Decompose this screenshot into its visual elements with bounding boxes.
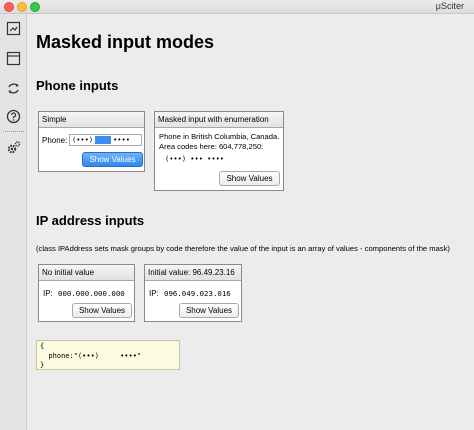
- ip-no-initial-show-values-button[interactable]: Show Values: [72, 303, 132, 318]
- enum-description-line2: Area codes here: 604,778,250:: [159, 142, 264, 151]
- ip-initial-show-values-button[interactable]: Show Values: [179, 303, 239, 318]
- ip-no-initial-title: No initial value: [39, 265, 134, 281]
- ip-initial-title: Initial value: 96.49.23.16: [145, 265, 241, 281]
- enum-phone-input[interactable]: (•••) ••• ••••: [165, 155, 224, 163]
- output-line-close: }: [40, 361, 45, 369]
- main-content: Masked input modes Phone inputs Simple P…: [28, 14, 474, 430]
- minimize-window-button[interactable]: [17, 2, 27, 12]
- ip-no-initial-panel: No initial value IP: 000.000.000.000 Sho…: [38, 264, 135, 322]
- simple-panel-title: Simple: [39, 112, 144, 128]
- phone-area-code-group: (•••): [72, 136, 94, 144]
- ip-initial-input[interactable]: 096.049.023.016: [164, 289, 231, 298]
- phone-selected-group: [95, 136, 112, 144]
- zoom-window-button[interactable]: [30, 2, 40, 12]
- output-line-phone: phone:"(•••) ••••": [40, 351, 142, 360]
- close-window-button[interactable]: [4, 2, 14, 12]
- output-line-open: {: [40, 342, 45, 350]
- ip-no-initial-input[interactable]: 000.000.000.000: [58, 289, 125, 298]
- enum-show-values-button[interactable]: Show Values: [219, 171, 280, 186]
- settings-icon[interactable]: [6, 140, 21, 155]
- simple-show-values-button[interactable]: Show Values: [82, 152, 143, 167]
- phone-section-heading: Phone inputs: [36, 78, 119, 93]
- sidebar-separator: [3, 131, 24, 132]
- window-icon[interactable]: [6, 51, 21, 66]
- phone-label: Phone:: [42, 136, 68, 145]
- help-icon[interactable]: [6, 109, 21, 124]
- window-title: μSciter: [435, 1, 464, 11]
- enum-description-line1: Phone in British Columbia, Canada.: [159, 132, 280, 141]
- simple-phone-panel: Simple Phone: (•••) •••• Show Values: [38, 111, 145, 172]
- enum-panel-title: Masked input with enumeration: [155, 112, 283, 128]
- ip-initial-label: IP:: [149, 289, 159, 298]
- ip-section-note: (class IPAddress sets mask groups by cod…: [36, 244, 450, 253]
- page-title: Masked input modes: [36, 32, 215, 52]
- enum-phone-panel: Masked input with enumeration Phone in B…: [154, 111, 284, 191]
- image-icon[interactable]: [6, 21, 21, 36]
- ip-section-heading: IP address inputs: [36, 213, 145, 228]
- window-titlebar: μSciter: [0, 0, 474, 14]
- ip-label: IP:: [43, 289, 53, 298]
- phone-masked-input[interactable]: (•••) ••••: [69, 134, 142, 146]
- sidebar: [0, 14, 27, 430]
- values-output: { phone:"(•••) ••••"}: [36, 340, 180, 370]
- refresh-icon[interactable]: [6, 81, 21, 96]
- phone-number-group: ••••: [113, 136, 130, 144]
- ip-initial-panel: Initial value: 96.49.23.16 IP: 096.049.0…: [144, 264, 242, 322]
